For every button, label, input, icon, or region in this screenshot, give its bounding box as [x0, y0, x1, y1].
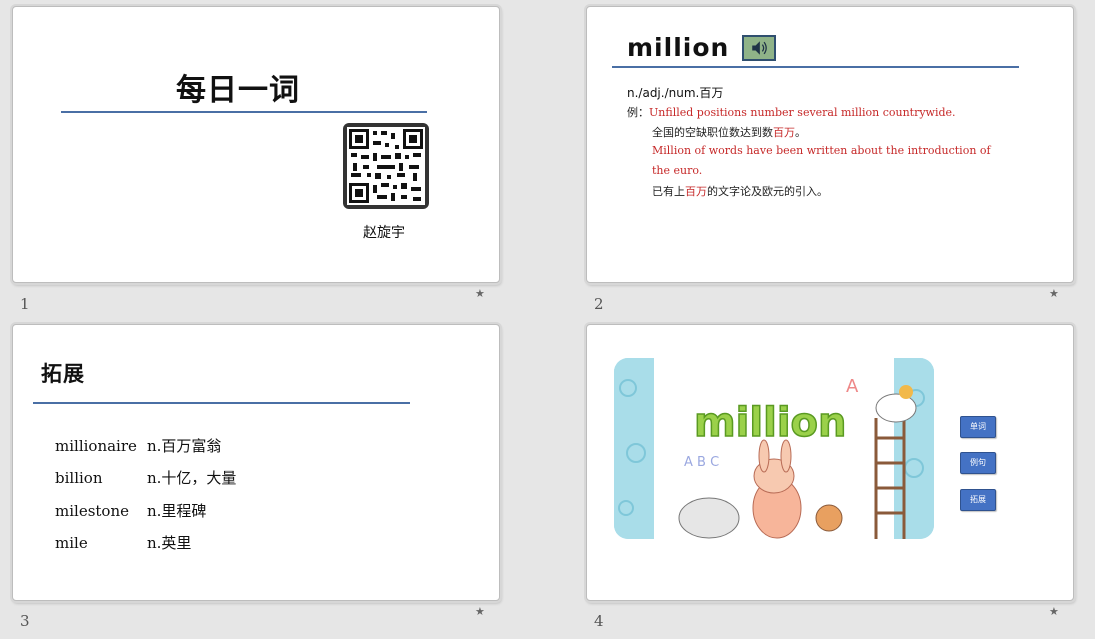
- slide-thumbnail-4[interactable]: million A B C A 单词 例句 拓展: [586, 324, 1074, 601]
- example-2-en-2: the euro.: [652, 164, 703, 177]
- slide-thumbnail-3[interactable]: 拓展 millionaire n.百万富翁 billion n.十亿，大量 mile…: [12, 324, 500, 601]
- example-2-cn-text: 已有上: [652, 185, 685, 198]
- star-icon[interactable]: ★: [1049, 287, 1059, 300]
- example-1-en-line: 例：Unfilled positions number several mill…: [627, 104, 956, 120]
- star-icon[interactable]: ★: [475, 605, 485, 618]
- star-icon[interactable]: ★: [1049, 605, 1059, 618]
- slide-number: 1: [20, 295, 30, 313]
- vocab-item: billion n.十亿，大量: [55, 467, 236, 488]
- title-underline: [612, 66, 1019, 68]
- example-2-cn: 已有上百万的文字论及欧元的引入。: [652, 183, 828, 199]
- slide-number: 3: [20, 612, 30, 630]
- image-word: million: [694, 400, 846, 446]
- slide-title: 每日一词: [176, 73, 300, 108]
- star-icon[interactable]: ★: [475, 287, 485, 300]
- button-expand[interactable]: 拓展: [960, 489, 996, 511]
- vocab-word: millionaire: [55, 437, 137, 455]
- illustration-art: million A B C A: [614, 358, 934, 539]
- author-name: 赵旋宇: [363, 225, 405, 241]
- vocab-meaning: n.百万富翁: [147, 437, 222, 455]
- slide-number: 4: [594, 612, 604, 630]
- title-underline: [33, 402, 410, 404]
- cartoon-illustration: million A B C A: [614, 358, 934, 539]
- title-underline: [61, 111, 427, 113]
- example-2-cn-end: 的文字论及欧元的引入。: [707, 185, 828, 198]
- slide-number: 2: [594, 295, 604, 313]
- vocab-word: milestone: [55, 502, 129, 520]
- slide-title: million: [627, 33, 730, 62]
- example-1-cn-highlight: 百万: [773, 126, 795, 139]
- button-word[interactable]: 单词: [960, 416, 996, 438]
- example-1-cn-text: 全国的空缺职位数达到数: [652, 126, 773, 139]
- vocab-word: mile: [55, 534, 88, 552]
- qr-code-icon: [343, 123, 429, 209]
- example-1-cn: 全国的空缺职位数达到数百万。: [652, 124, 806, 140]
- slide-thumbnail-1[interactable]: 每日一词 赵旋宇: [12, 6, 500, 283]
- example-2-cn-highlight: 百万: [685, 185, 707, 198]
- part-of-speech: n./adj./num.百万: [627, 86, 724, 100]
- vocab-item: millionaire n.百万富翁: [55, 435, 221, 456]
- speaker-icon[interactable]: [742, 35, 776, 61]
- button-example[interactable]: 例句: [960, 452, 996, 474]
- example-2-en-1: Million of words have been written about…: [652, 144, 991, 157]
- vocab-word: billion: [55, 469, 103, 487]
- vocab-item: milestone n.里程碑: [55, 500, 206, 521]
- vocab-item: mile n.英里: [55, 532, 191, 553]
- slide-title: 拓展: [41, 362, 85, 386]
- example-label: 例：: [627, 106, 649, 119]
- image-letters: A B C: [684, 455, 719, 470]
- vocab-meaning: n.十亿，大量: [147, 469, 237, 487]
- example-1-cn-end: 。: [795, 126, 806, 139]
- image-letter-a: A: [846, 376, 859, 397]
- vocab-meaning: n.里程碑: [147, 502, 207, 520]
- example-1-en: Unfilled positions number several millio…: [649, 106, 956, 119]
- slide-thumbnail-2[interactable]: million n./adj./num.百万 例：Unfilled positi…: [586, 6, 1074, 283]
- vocab-meaning: n.英里: [147, 534, 192, 552]
